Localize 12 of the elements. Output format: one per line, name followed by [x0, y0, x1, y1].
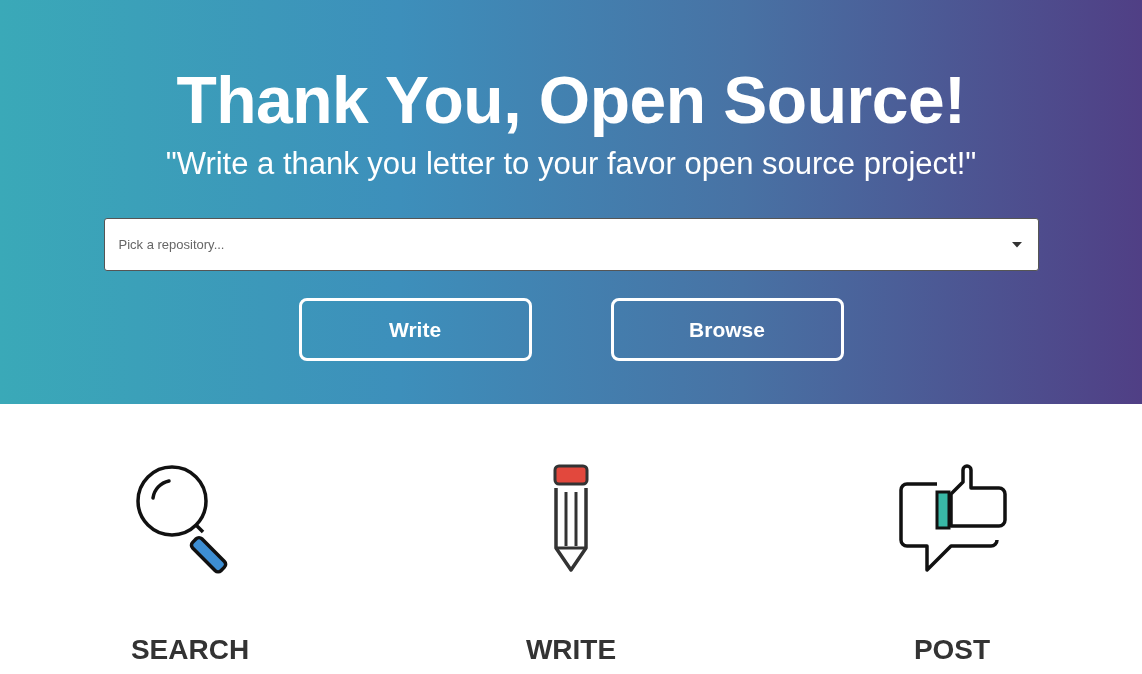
page-title: Thank You, Open Source!	[176, 62, 966, 139]
thumbs-up-speech-bubble-icon	[897, 464, 1007, 574]
subtitle: "Write a thank you letter to your favor open source project!"	[165, 145, 977, 183]
hero-button[interactable]: Write	[298, 298, 532, 361]
step-label: WRITE	[525, 634, 617, 666]
repository-field[interactable]: Pick a repository...	[116, 236, 1012, 253]
hero-button[interactable]: Browse	[610, 298, 844, 361]
caret-icon	[1011, 241, 1022, 248]
repository-select[interactable]: Pick a repository...	[103, 218, 1039, 271]
step-label: SEARCH	[130, 634, 250, 666]
step-label: POST	[913, 634, 991, 666]
pencil-icon	[551, 464, 591, 574]
